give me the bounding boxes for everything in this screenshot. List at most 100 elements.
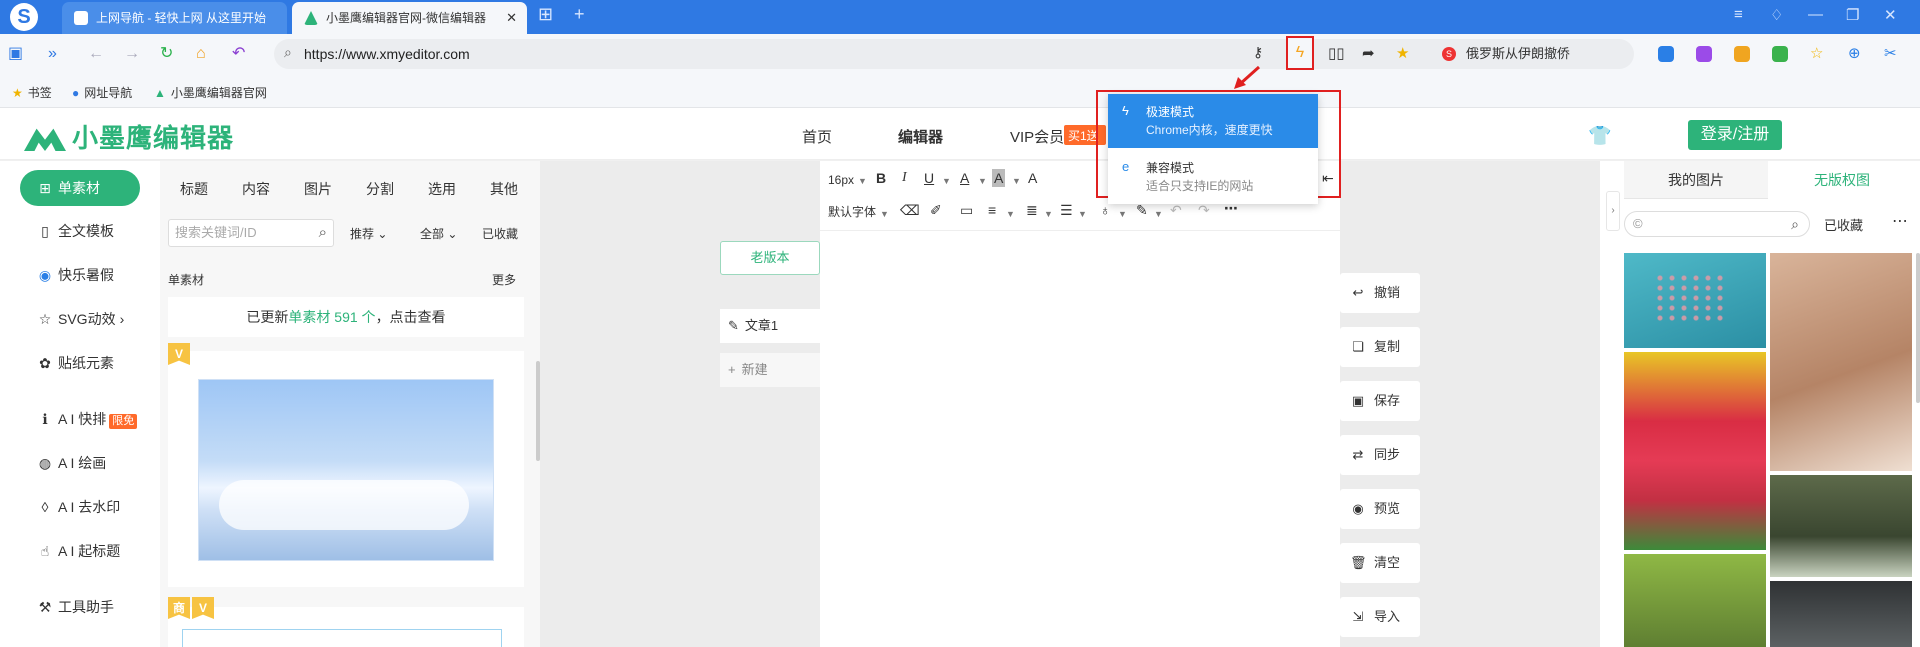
collected-filter[interactable]: 已收藏	[482, 225, 518, 242]
sync-button[interactable]: ⇄ 同步	[1340, 435, 1420, 475]
tab-xmyeditor[interactable]: 小墨鹰编辑器官网-微信编辑器 ✕	[292, 2, 527, 34]
home-icon[interactable]: ⌂	[196, 44, 206, 64]
image-thumbnail[interactable]	[1770, 475, 1912, 577]
sidebar-item-single-material[interactable]: ⊞ 单素材	[20, 170, 140, 206]
sidebar-item-ai-watermark[interactable]: ◊ A I 去水印	[20, 489, 140, 525]
reader-icon[interactable]: ▯▯	[1328, 44, 1345, 62]
tab-other-material[interactable]: 其他	[490, 179, 518, 199]
close-window-icon[interactable]: ✕	[1884, 6, 1897, 24]
bookmark-nav[interactable]: ● 网址导航	[72, 84, 132, 101]
search-engine-icon[interactable]: S	[1442, 47, 1456, 61]
sidebar-item-summer[interactable]: ◉ 快乐暑假	[20, 257, 140, 293]
undo-button[interactable]: ↩ 撤销	[1340, 273, 1420, 313]
image-thumbnail[interactable]	[1770, 253, 1912, 471]
skin-icon[interactable]: ♢	[1770, 6, 1783, 24]
format-brush-icon[interactable]: ✐	[930, 201, 942, 219]
login-register-button[interactable]: 登录/注册	[1688, 120, 1782, 150]
restore-icon[interactable]: ❐	[1846, 6, 1859, 24]
search-field[interactable]: S 俄罗斯从伊朗撤侨	[1430, 39, 1630, 69]
font-size-select[interactable]: 16px	[828, 171, 854, 189]
scrollbar[interactable]	[1916, 253, 1920, 403]
share-icon[interactable]: ➦	[1362, 44, 1375, 62]
nav-vip[interactable]: VIP会员	[1010, 126, 1064, 147]
compat-mode-option[interactable]: e 兼容模式 适合只支持IE的网站	[1108, 150, 1318, 204]
sidebar-item-sticker[interactable]: ✿ 贴纸元素	[20, 345, 140, 381]
sidebar-item-full-template[interactable]: ▯ 全文模板	[20, 213, 140, 249]
tab-title-material[interactable]: 标题	[180, 179, 208, 199]
material-card[interactable]	[168, 607, 524, 647]
tab-used-material[interactable]: 选用	[428, 179, 456, 199]
copy-button[interactable]: ❏ 复制	[1340, 327, 1420, 367]
bookmark-folder[interactable]: ★ 书签	[12, 84, 52, 101]
note-extension-icon[interactable]	[1696, 46, 1712, 62]
bold-icon[interactable]: B	[876, 169, 886, 187]
folder-extension-icon[interactable]	[1734, 46, 1750, 62]
all-dropdown[interactable]: 全部 ⌄	[420, 225, 457, 242]
download-icon[interactable]: ⊕	[1848, 44, 1861, 62]
sidebar-item-tools[interactable]: ⚒ 工具助手	[20, 589, 140, 625]
translate-extension-icon[interactable]	[1658, 46, 1674, 62]
image-thumbnail[interactable]	[1770, 581, 1912, 647]
brand-logo[interactable]: 小墨鹰编辑器	[24, 118, 234, 155]
image-thumbnail[interactable]	[1624, 554, 1766, 647]
key-icon[interactable]: ⚷	[1253, 44, 1263, 61]
underline-icon[interactable]: U	[924, 169, 934, 187]
panel-toggle[interactable]: ›	[1606, 191, 1620, 231]
clear-button[interactable]: 🗑 清空	[1340, 543, 1420, 583]
back-icon[interactable]: ←	[88, 44, 104, 64]
search-icon[interactable]: ⌕	[1791, 212, 1799, 236]
more-icon[interactable]: ⋯	[1892, 211, 1908, 231]
nav-editor[interactable]: 编辑器	[898, 126, 943, 147]
nav-home[interactable]: 首页	[802, 126, 832, 147]
tools-icon[interactable]: ✂	[1884, 44, 1897, 62]
italic-icon[interactable]: I	[902, 169, 907, 187]
menu-icon[interactable]: ≡	[1734, 6, 1743, 23]
sidebar-item-ai-title[interactable]: ☝ A I 起标题	[20, 533, 140, 569]
favorite-star-icon[interactable]: ★	[1396, 44, 1409, 62]
refresh-icon[interactable]: ↻	[160, 44, 173, 64]
old-version-button[interactable]: 老版本	[720, 241, 820, 275]
image-search-input[interactable]: © ⌕	[1624, 211, 1810, 237]
expand-icon[interactable]: »	[48, 44, 57, 64]
recommend-dropdown[interactable]: 推荐 ⌄	[350, 225, 387, 242]
sidebar-item-svg[interactable]: ☆ SVG动效 ›	[20, 301, 140, 337]
document-item[interactable]: ✎ 文章1	[720, 309, 820, 343]
align-icon[interactable]: ≣	[1026, 201, 1038, 219]
undo-close-icon[interactable]: ↶	[232, 44, 245, 64]
bookmark-xmyeditor[interactable]: ▲ 小墨鹰编辑器官网	[154, 84, 267, 101]
site-info-icon[interactable]: ⌕	[284, 44, 292, 61]
speed-mode-button[interactable]: ϟ	[1286, 36, 1314, 70]
preview-button[interactable]: ◉ 预览	[1340, 489, 1420, 529]
image-icon[interactable]: ▭	[960, 201, 973, 219]
tab-list-icon[interactable]: ⊞	[538, 4, 553, 25]
line-spacing-icon[interactable]: ≡	[988, 201, 996, 219]
forward-icon[interactable]: →	[124, 44, 140, 64]
search-icon[interactable]: ⌕	[319, 220, 327, 246]
list-icon[interactable]: ☰	[1060, 201, 1073, 219]
puzzle-extension-icon[interactable]	[1772, 46, 1788, 62]
image-thumbnail[interactable]	[1624, 253, 1766, 348]
tab-nav-home[interactable]: 上网导航 - 轻快上网 从这里开始	[62, 2, 287, 34]
new-tab-icon[interactable]: +	[574, 4, 585, 25]
tab-free-images[interactable]: 无版权图	[1770, 161, 1914, 199]
save-button[interactable]: ▣ 保存	[1340, 381, 1420, 421]
tab-content-material[interactable]: 内容	[242, 179, 270, 199]
material-search-input[interactable]: 搜索关键词/ID ⌕	[168, 219, 334, 247]
more-link[interactable]: 更多	[492, 271, 516, 288]
editor-canvas[interactable]: 16px ▼ B I U ▼ A ▼ A ▼ A 默认字体 ▼ ⌫ ✐ ▭ ≡ …	[820, 161, 1340, 647]
highlight-icon[interactable]: A	[992, 169, 1006, 187]
tab-close-icon[interactable]: ✕	[506, 2, 517, 34]
tab-divider-material[interactable]: 分割	[366, 179, 394, 199]
font-color-icon[interactable]: A	[960, 169, 969, 187]
eraser-icon[interactable]: ⌫	[900, 201, 920, 219]
import-button[interactable]: ⇲ 导入	[1340, 597, 1420, 637]
font-family-select[interactable]: 默认字体	[828, 203, 876, 221]
material-card[interactable]	[168, 351, 524, 587]
tab-image-material[interactable]: 图片	[304, 179, 332, 199]
collect-star-icon[interactable]: ☆	[1810, 44, 1823, 62]
text-effect-icon[interactable]: A	[1028, 169, 1037, 187]
tab-my-images[interactable]: 我的图片	[1624, 161, 1768, 199]
new-document-button[interactable]: + 新建	[720, 353, 820, 387]
fast-mode-option[interactable]: ϟ 极速模式 Chrome内核，速度更快	[1108, 94, 1318, 148]
minimize-icon[interactable]: —	[1808, 6, 1823, 23]
